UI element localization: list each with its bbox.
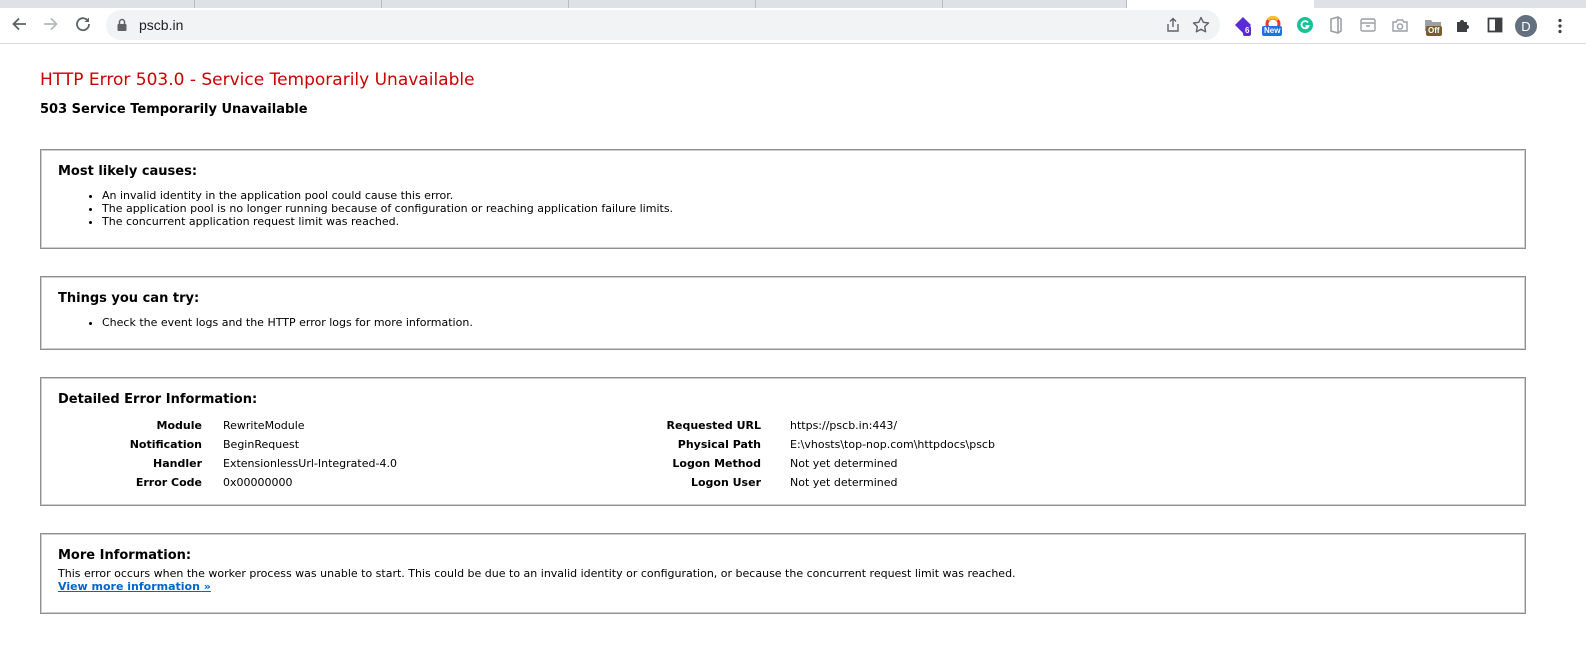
details-box: Detailed Error Information: Module Rewri… [40,377,1526,506]
causes-list: An invalid identity in the application p… [58,189,673,228]
detail-value: Not yet determined [790,476,898,489]
view-more-information-link[interactable]: View more information » [58,580,211,593]
extensions-menu-button[interactable] [1452,14,1474,36]
detail-label: Physical Path [677,438,761,451]
detail-label: Handler [153,457,202,470]
detail-value: Not yet determined [790,457,898,470]
back-button[interactable] [5,10,33,38]
detail-value: E:\vhosts\top-nop.com\httpdocs\pscb [790,438,995,451]
clipboard-icon [1360,18,1376,32]
detail-label: Error Code [135,476,202,489]
more-info-text: This error occurs when the worker proces… [58,567,1016,580]
extension-badge: Off [1426,26,1442,36]
back-arrow-icon [12,17,26,31]
detail-value: https://pscb.in:443/ [790,419,898,432]
office-extension-button[interactable] [1325,14,1347,36]
browser-tab-active[interactable] [1127,0,1314,8]
grammarly-extension-button[interactable] [1294,14,1316,36]
reload-icon [76,17,90,32]
screenshot-extension-button[interactable] [1389,14,1411,36]
try-box: Things you can try: Check the event logs… [40,276,1526,350]
detail-value: BeginRequest [223,438,300,451]
three-dots-icon [1558,18,1562,34]
detail-label: Notification [129,438,202,451]
causes-box: Most likely causes: An invalid identity … [40,149,1526,249]
list-item: The concurrent application request limit… [102,215,673,228]
browser-toolbar: pscb.in 6 New Off D [0,8,1586,44]
purple-extension-button[interactable]: 6 [1232,14,1254,36]
lock-icon[interactable] [116,18,128,32]
error-subtitle: 503 Service Temporarily Unavailable [40,102,308,117]
details-heading: Detailed Error Information: [58,392,258,407]
profile-avatar[interactable]: D [1515,15,1537,37]
chromatic-extension-button[interactable]: New [1262,14,1284,36]
reload-button[interactable] [69,10,97,38]
extension-badge: New [1262,26,1283,36]
list-item: An invalid identity in the application p… [102,189,673,202]
browser-tab[interactable] [382,0,569,8]
camera-icon [1392,19,1408,32]
forward-arrow-icon [44,17,58,31]
share-icon[interactable] [1164,16,1182,34]
browser-tab[interactable] [569,0,756,8]
try-heading: Things you can try: [58,291,200,306]
detail-label: Logon Method [672,457,761,470]
detail-label: Module [156,419,202,432]
forward-button[interactable] [37,10,65,38]
browser-tab[interactable] [943,0,1127,8]
detail-label: Logon User [690,476,761,489]
side-panel-button[interactable] [1484,14,1506,36]
address-bar[interactable]: pscb.in [106,10,1220,40]
error-title: HTTP Error 503.0 - Service Temporarily U… [40,70,475,90]
detail-value: 0x00000000 [223,476,293,489]
detail-value: ExtensionlessUrl-Integrated-4.0 [223,457,397,470]
browser-tab[interactable] [0,0,195,8]
try-list: Check the event logs and the HTTP error … [58,316,473,329]
list-item: The application pool is no longer runnin… [102,202,673,215]
puzzle-icon [1457,20,1469,32]
browser-menu-button[interactable] [1552,15,1568,37]
side-panel-icon [1487,17,1503,33]
browser-tab[interactable] [756,0,943,8]
star-icon[interactable] [1191,15,1211,35]
tab-strip [0,0,1586,8]
error-page: HTTP Error 503.0 - Service Temporarily U… [0,45,1586,665]
extension-badge: 6 [1243,26,1252,36]
office-icon [1330,16,1342,34]
detail-label: Requested URL [666,419,761,432]
more-info-box: More Information: This error occurs when… [40,533,1526,614]
detail-value: RewriteModule [223,419,305,432]
list-item: Check the event logs and the HTTP error … [102,316,473,329]
more-info-heading: More Information: [58,548,192,563]
clipboard-extension-button[interactable] [1357,14,1379,36]
url-text[interactable]: pscb.in [139,17,183,33]
grammarly-icon [1297,17,1313,33]
browser-tab[interactable] [195,0,382,8]
off-extension-button[interactable]: Off [1422,14,1444,36]
causes-heading: Most likely causes: [58,164,198,179]
